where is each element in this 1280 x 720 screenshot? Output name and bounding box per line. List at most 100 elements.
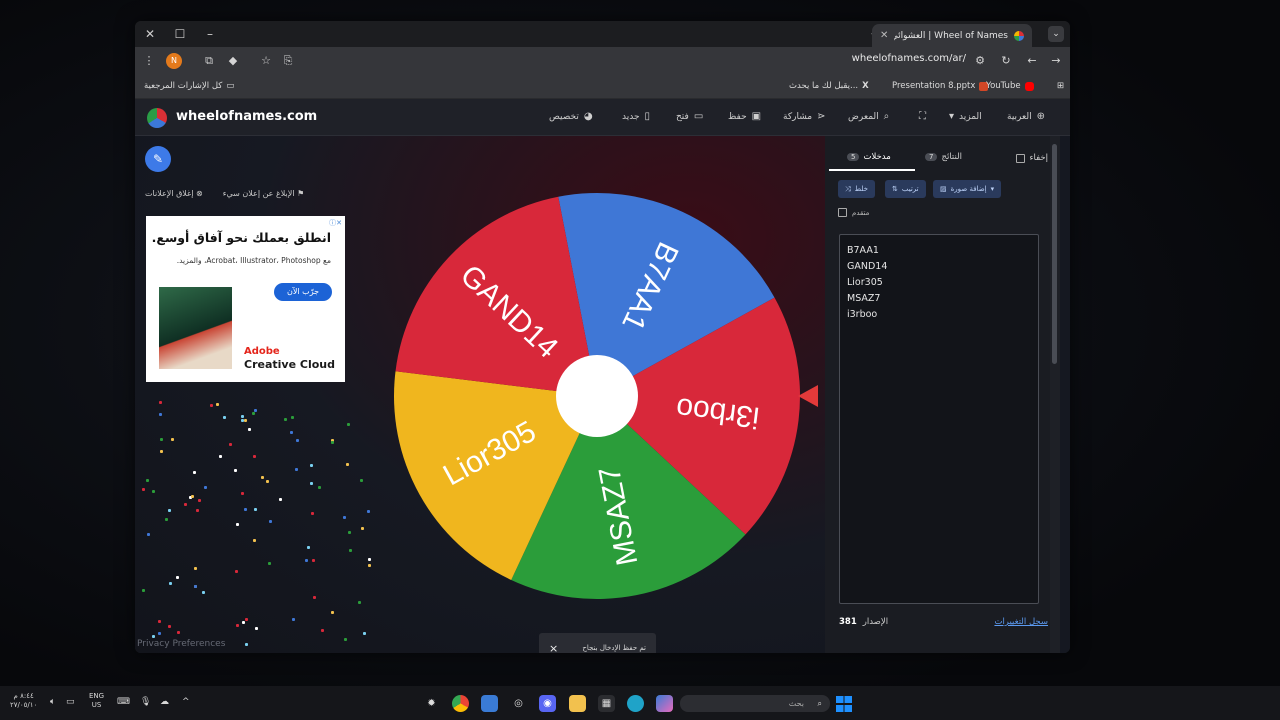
chrome-icon[interactable] bbox=[452, 695, 469, 712]
site-settings-icon[interactable]: ⚙ bbox=[972, 53, 988, 69]
language-indicator[interactable]: ENG US bbox=[89, 692, 104, 710]
taskbar-search[interactable]: بحث ⌕ bbox=[680, 695, 830, 712]
edge-icon[interactable] bbox=[627, 695, 644, 712]
close-window-icon[interactable]: ✕ bbox=[141, 25, 159, 43]
wheel-center-hub[interactable] bbox=[556, 355, 638, 437]
minimize-window-icon[interactable]: – bbox=[201, 25, 219, 43]
reload-icon[interactable]: ↻ bbox=[998, 53, 1014, 69]
extensions-icon[interactable]: ⧉ bbox=[201, 53, 217, 69]
entries-panel: مدخلات 5 النتائج 7 إخفاء خلط ⤨ ترتيب ⇅ ▾… bbox=[825, 136, 1060, 653]
tab-results[interactable]: النتائج 7 bbox=[925, 152, 962, 162]
share-page-icon[interactable]: ⎘ bbox=[280, 53, 296, 69]
network-icon[interactable]: ▭ bbox=[66, 698, 75, 707]
browser-tab-active[interactable]: Wheel of Names | العشوائي ✕ bbox=[872, 24, 1032, 47]
file-explorer-icon[interactable] bbox=[569, 695, 586, 712]
clock[interactable]: ٨:٤٤ م ٢٧/٠٥/١٠ bbox=[10, 692, 37, 710]
advanced-checkbox[interactable] bbox=[838, 208, 847, 217]
report-ad-label: الإبلاغ عن إعلان سيء bbox=[222, 189, 295, 198]
customize-button[interactable]: ◕ تخصيص bbox=[549, 111, 593, 122]
bookmark-presentation-label: Presentation 8.pptx bbox=[892, 81, 976, 91]
profile-avatar[interactable]: N bbox=[166, 53, 182, 69]
cloud-icon[interactable]: ☁︎ bbox=[160, 698, 169, 707]
ad-brand-adobe: Adobe bbox=[244, 346, 280, 357]
add-image-button[interactable]: ▾ إضافة صورة ▨ bbox=[933, 180, 1002, 198]
confetti-piece bbox=[219, 455, 223, 459]
report-ad-link[interactable]: ⚑ الإبلاغ عن إعلان سيء bbox=[223, 189, 305, 198]
new-button[interactable]: ▯ جديد bbox=[622, 111, 650, 122]
confetti-piece bbox=[330, 441, 334, 445]
sort-button[interactable]: ترتيب ⇅ bbox=[885, 180, 926, 198]
bookmark-presentation[interactable]: Presentation 8.pptx bbox=[892, 81, 989, 91]
obs-icon[interactable]: ◎ bbox=[510, 695, 527, 712]
open-button[interactable]: ▭ فتح bbox=[676, 111, 703, 122]
bookmark-x-label: يقبل لك ما يحدث... bbox=[789, 81, 859, 91]
more-menu-button[interactable]: المزيد ▾ bbox=[949, 111, 982, 122]
extension-diamond-icon[interactable]: ◆ bbox=[225, 53, 241, 69]
address-bar[interactable]: wheelofnames.com/ar/ bbox=[852, 53, 966, 64]
maximize-window-icon[interactable]: ☐ bbox=[171, 25, 189, 43]
close-tab-icon[interactable]: ✕ bbox=[880, 30, 888, 41]
confetti-piece bbox=[359, 478, 363, 482]
chevron-up-icon[interactable]: ^ bbox=[182, 698, 190, 707]
entries-textarea[interactable]: B7AA1 GAND14 Lior305 MSAZ7 i3rboo bbox=[839, 234, 1039, 604]
shuffle-button[interactable]: خلط ⤨ bbox=[838, 180, 875, 198]
save-toast: تم حفظ الإدخال بنجاح × bbox=[539, 633, 656, 653]
bookmark-star-icon[interactable]: ☆ bbox=[258, 53, 274, 69]
results-count-badge: 7 bbox=[925, 153, 938, 161]
hide-toggle[interactable]: إخفاء bbox=[1016, 153, 1048, 163]
ad-links: ⚑ الإبلاغ عن إعلان سيء ⊗ إغلاق الإعلانات bbox=[145, 189, 304, 198]
lang-top: ENG bbox=[89, 692, 105, 700]
tab-search-icon[interactable]: ⌄ bbox=[1048, 26, 1064, 42]
confetti-piece bbox=[309, 464, 313, 467]
privacy-preferences-link[interactable]: Privacy Preferences bbox=[137, 639, 225, 649]
bookmark-youtube[interactable]: YouTube bbox=[986, 81, 1034, 91]
confetti-piece bbox=[310, 512, 314, 516]
app-icon[interactable] bbox=[481, 695, 498, 712]
toast-close-icon[interactable]: × bbox=[549, 642, 558, 654]
adchoices-icon[interactable]: ⓘ✕ bbox=[329, 218, 342, 228]
volume-icon[interactable]: 🔈︎ bbox=[50, 698, 55, 707]
page-scrollbar[interactable] bbox=[1050, 136, 1060, 653]
language-button[interactable]: ⊕ العربية bbox=[1007, 111, 1045, 122]
windows-start-icon[interactable] bbox=[836, 696, 852, 712]
changelog-link[interactable]: سجل التغييرات bbox=[994, 617, 1048, 627]
more-label: المزيد bbox=[959, 111, 982, 122]
ad-headline: انطلق بعملك نحو آفاق أوسع. bbox=[151, 230, 331, 245]
name-wheel[interactable]: B7AA1i3rbooMSAZ7Lior305GAND14 bbox=[385, 191, 835, 631]
copilot-icon[interactable] bbox=[656, 695, 673, 712]
site-logo-text[interactable]: wheelofnames.com bbox=[176, 109, 317, 124]
bookmark-x[interactable]: يقبل لك ما يحدث... X bbox=[789, 81, 869, 91]
confetti-piece bbox=[141, 487, 145, 491]
hide-checkbox[interactable] bbox=[1016, 153, 1026, 163]
share-button[interactable]: ⋖ مشاركة bbox=[783, 111, 825, 122]
confetti-piece bbox=[141, 588, 145, 592]
confetti-piece bbox=[278, 498, 282, 502]
keyboard-icon[interactable]: ⌨︎ bbox=[117, 698, 130, 707]
advanced-toggle[interactable]: متقدم bbox=[838, 208, 869, 217]
confetti-piece bbox=[229, 442, 233, 446]
close-ads-link[interactable]: ⊗ إغلاق الإعلانات bbox=[145, 189, 203, 198]
ad-cta-button[interactable]: جرّب الآن bbox=[274, 283, 332, 301]
edit-pencil-button[interactable]: ✎ bbox=[145, 146, 171, 172]
apps-grid-icon[interactable]: ⊞ bbox=[1057, 81, 1064, 91]
confetti-piece bbox=[159, 437, 163, 441]
back-icon[interactable]: → bbox=[1048, 53, 1064, 69]
forward-icon[interactable]: ← bbox=[1024, 53, 1040, 69]
confetti-piece bbox=[243, 508, 247, 512]
microphone-icon[interactable]: 🎙︎ bbox=[140, 698, 151, 707]
confetti-piece bbox=[348, 548, 352, 552]
advertisement[interactable]: ⓘ✕ انطلق بعملك نحو آفاق أوسع. مع Acrobat… bbox=[146, 216, 345, 382]
confetti-piece bbox=[291, 415, 295, 419]
all-bookmarks[interactable]: كل الإشارات المرجعية ▭ bbox=[144, 81, 234, 91]
save-button[interactable]: ▣ حفظ bbox=[728, 111, 761, 122]
tab-entries[interactable]: مدخلات 5 bbox=[847, 152, 891, 162]
discord-icon[interactable]: ◉ bbox=[539, 695, 556, 712]
store-icon[interactable]: ▦ bbox=[598, 695, 615, 712]
fullscreen-button[interactable]: ⛶ bbox=[919, 111, 926, 122]
confetti-piece bbox=[192, 471, 196, 475]
menu-kebab-icon[interactable]: ⋮ bbox=[141, 53, 157, 69]
settings-gear-icon[interactable]: ✹ bbox=[423, 695, 440, 712]
scrollbar-thumb[interactable] bbox=[1052, 144, 1057, 364]
gallery-button[interactable]: ⌕ المعرض bbox=[848, 111, 889, 122]
confetti-piece bbox=[197, 498, 201, 502]
